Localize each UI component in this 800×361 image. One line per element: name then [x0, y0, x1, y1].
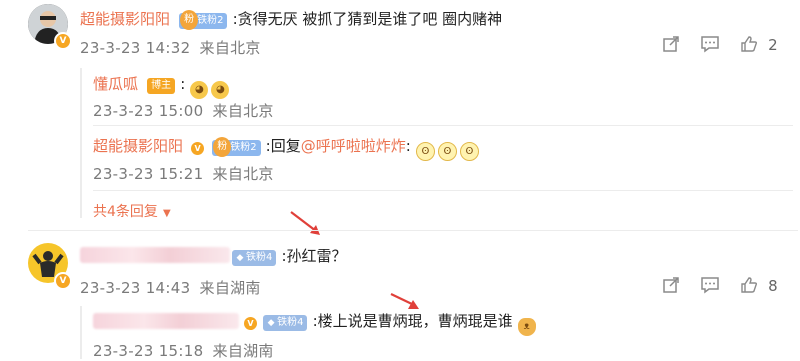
reply-username[interactable]: 超能摄影阳阳	[93, 137, 183, 155]
fan-badge-icon: ◆	[267, 318, 275, 328]
divider	[93, 190, 793, 191]
fan-badge[interactable]: 粉 铁粉2	[179, 10, 228, 30]
like-count: 8	[768, 277, 778, 295]
more-replies-link[interactable]: 共4条回复 ▼	[93, 201, 171, 221]
verified-badge-icon: V	[54, 32, 72, 50]
annotation-arrow	[290, 211, 320, 235]
reply-text-prefix: :回复	[265, 137, 301, 155]
reply-location: 来自湖南	[212, 342, 274, 360]
thumbs-up-icon	[741, 277, 758, 293]
fan-badge[interactable]: ◆ 铁粉4	[263, 315, 308, 331]
comment-icon[interactable]	[700, 276, 720, 298]
comment-text: :孙红雷？	[281, 247, 347, 265]
reply-date: 23-3-23 15:21	[93, 165, 204, 183]
like-button[interactable]: 8	[740, 276, 778, 295]
divider	[28, 230, 798, 231]
verified-badge-icon: V	[54, 272, 72, 290]
fan-badge-icon: 粉	[180, 10, 199, 30]
like-count: 2	[768, 36, 778, 54]
like-button[interactable]: 2	[740, 35, 778, 54]
fan-badge[interactable]: ◆ 铁粉4	[232, 250, 277, 266]
glasses-emoji-icon: ʘ	[415, 142, 435, 161]
verified-badge-icon: V	[243, 316, 258, 331]
comment-text: :贪得无厌 被抓了猜到是谁了吧 圈内赌神	[232, 10, 503, 28]
comment-date: 23-3-23 14:43	[80, 279, 191, 297]
cat-emoji-icon: ᴥ	[517, 318, 536, 336]
reply-thread-line	[80, 68, 82, 218]
reply-date: 23-3-23 15:18	[93, 342, 204, 360]
glasses-emoji-icon: ʘ	[459, 142, 479, 161]
blurred-username[interactable]	[93, 313, 239, 329]
reply-location: 来自北京	[212, 165, 274, 183]
comment-date: 23-3-23 14:32	[80, 39, 191, 57]
reply-thread-line	[80, 306, 82, 359]
caret-down-icon: ▼	[163, 208, 171, 219]
reply-date: 23-3-23 15:00	[93, 102, 204, 120]
host-badge: 博主	[147, 78, 176, 94]
reply-location: 来自北京	[212, 102, 274, 120]
smile-emoji-icon: ◕	[211, 81, 230, 99]
smile-emoji-icon: ◕	[190, 81, 209, 99]
reply-text-suffix: :	[405, 137, 411, 155]
reply-username[interactable]: 懂瓜呱	[93, 75, 138, 93]
share-icon[interactable]	[662, 276, 680, 298]
blurred-username[interactable]	[80, 247, 230, 263]
thumbs-up-icon	[741, 36, 758, 52]
glasses-emoji-icon: ʘ	[437, 142, 457, 161]
comment-location: 来自湖南	[199, 279, 261, 297]
comment-location: 来自北京	[199, 39, 261, 57]
fan-badge-icon: ◆	[236, 253, 244, 263]
fan-badge[interactable]: 粉 铁粉2	[212, 137, 261, 157]
reply-text: :	[180, 75, 186, 93]
verified-badge-icon: V	[190, 141, 206, 156]
fan-badge-icon: 粉	[213, 137, 232, 157]
mention-link[interactable]: @呼呼啦啦炸炸	[301, 137, 406, 155]
annotation-arrow	[390, 293, 419, 309]
share-icon[interactable]	[662, 36, 680, 58]
comment-icon[interactable]	[700, 35, 720, 57]
divider	[93, 125, 793, 126]
username[interactable]: 超能摄影阳阳	[80, 10, 170, 28]
